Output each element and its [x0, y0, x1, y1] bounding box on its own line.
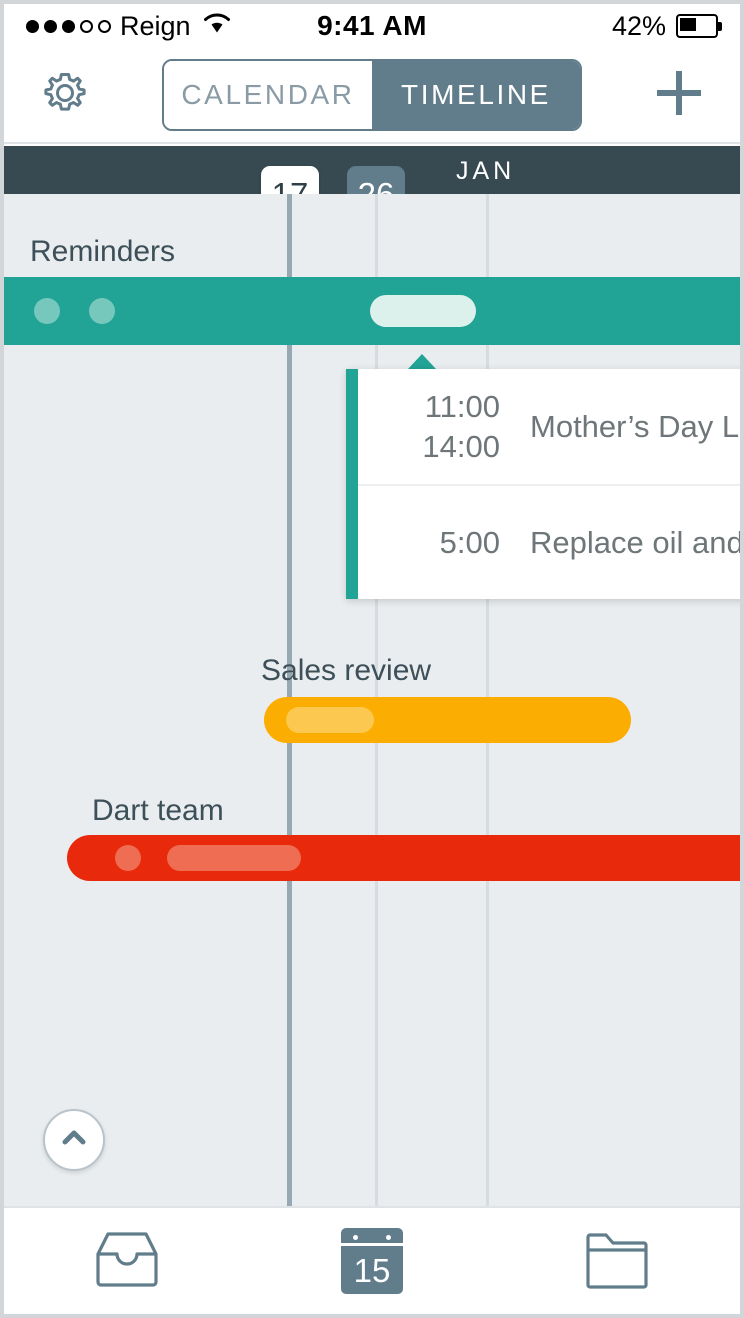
event-popup[interactable]: 11:00 14:00 Mother’s Day Lunc 5:00 Repla…: [346, 369, 740, 599]
gear-icon: [39, 67, 91, 124]
popup-pointer-icon: [408, 354, 436, 369]
calendar-icon: 15: [340, 1228, 403, 1294]
status-bar-right: 42%: [612, 4, 722, 48]
progress-pill: [286, 707, 374, 733]
folder-icon: [582, 1228, 652, 1295]
track-label-sales-review: Sales review: [261, 654, 432, 687]
popup-row-time-start: 11:00: [424, 388, 500, 424]
progress-dot: [115, 845, 141, 871]
popup-row[interactable]: 11:00 14:00 Mother’s Day Lunc: [358, 369, 740, 484]
battery-percent-label: 42%: [611, 10, 666, 41]
reminder-marker-pill: [370, 295, 476, 327]
tab-item-calendar[interactable]: 15: [249, 1228, 494, 1294]
timeline-bar-sales-review[interactable]: [264, 697, 631, 743]
reminder-marker-dot: [34, 298, 60, 324]
nav-bar: CALENDAR TIMELINE: [4, 48, 740, 144]
popup-row-title: Replace oil and f...: [530, 524, 740, 560]
tab-timeline[interactable]: TIMELINE: [372, 61, 580, 129]
inbox-icon: [92, 1228, 162, 1295]
settings-button[interactable]: [34, 64, 96, 126]
collapse-button[interactable]: [43, 1109, 105, 1171]
popup-row-time: 5:00: [372, 523, 500, 563]
status-bar: Reign 9:41 AM 42%: [4, 4, 740, 48]
popup-row-time-end: 14:00: [422, 428, 500, 464]
track-label-dart-team: Dart team: [92, 794, 224, 827]
timeline-bar-reminders[interactable]: [4, 277, 740, 345]
tab-item-folder[interactable]: [495, 1228, 740, 1295]
progress-pill: [167, 845, 301, 871]
view-toggle[interactable]: CALENDAR TIMELINE: [162, 59, 582, 131]
popup-row-time: 11:00 14:00: [372, 387, 500, 467]
timeline-body: Reminders 11:00 14:00 Mother’s Day Lunc …: [4, 194, 740, 1206]
popup-row-title: Mother’s Day Lunc: [530, 408, 740, 444]
tab-item-inbox[interactable]: [4, 1228, 249, 1295]
track-label-reminders: Reminders: [30, 235, 176, 268]
chevron-up-icon: [58, 1122, 90, 1159]
battery-icon: [676, 14, 722, 38]
month-label: JAN: [456, 157, 516, 185]
popup-row[interactable]: 5:00 Replace oil and f...: [358, 484, 740, 599]
calendar-icon-day: 15: [353, 1252, 391, 1289]
phone-screen: Reign 9:41 AM 42% CALENDAR TIMELINE JAN …: [0, 0, 744, 1318]
reminder-marker-dot: [89, 298, 115, 324]
tab-bar: 15: [4, 1206, 740, 1314]
popup-row-time-start: 5:00: [439, 524, 500, 560]
add-button[interactable]: [648, 64, 710, 126]
plus-icon: [651, 65, 707, 126]
timeline-bar-dart-team[interactable]: [67, 835, 740, 881]
tab-calendar[interactable]: CALENDAR: [164, 61, 372, 129]
